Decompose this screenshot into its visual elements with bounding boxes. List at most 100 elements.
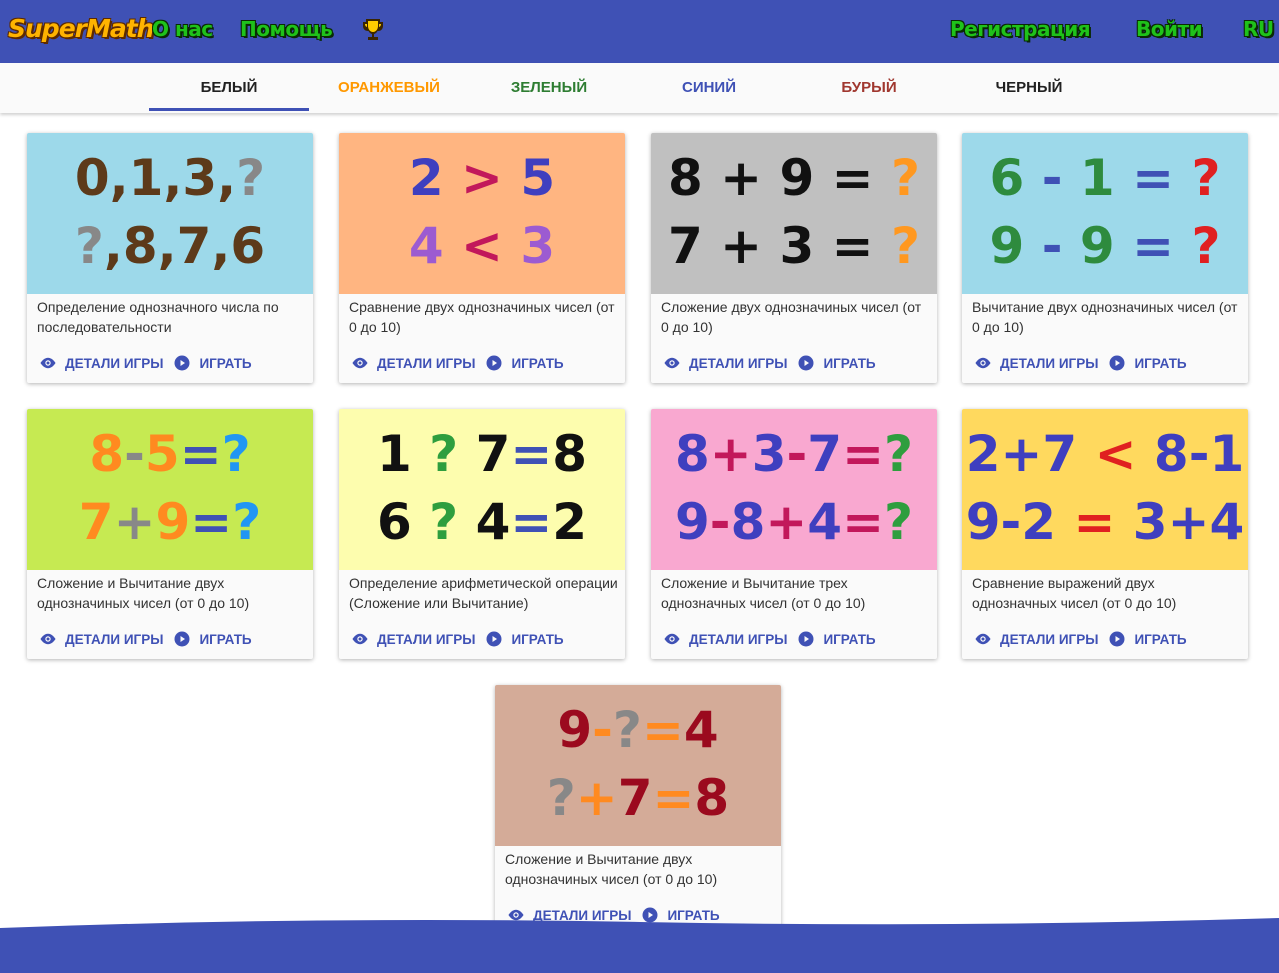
game-title: Сравнение выражений двух однозначных чис…: [972, 575, 1177, 611]
equation-glyph: ?: [1191, 149, 1220, 207]
game-title: Определение однозначного числа по послед…: [37, 299, 279, 335]
supermath-logo[interactable]: SuperMath: [8, 14, 154, 43]
details-label: ДЕТАЛИ ИГРЫ: [689, 631, 788, 647]
equation-glyph: 5: [520, 149, 555, 207]
game-thumbnail[interactable]: 9-?=4 ?+7=8: [495, 685, 781, 846]
play-button[interactable]: ИГРАТЬ: [485, 354, 564, 372]
tab-orange[interactable]: ОРАНЖЕВЫЙ: [309, 63, 469, 113]
equation-glyph: 7: [458, 425, 510, 483]
game-thumbnail[interactable]: 0,1,3,? ?,8,7,6: [27, 133, 313, 294]
play-label: ИГРАТЬ: [199, 355, 252, 371]
card-actions: ДЕТАЛИ ИГРЫ ИГРАТЬ: [39, 354, 252, 372]
game-thumbnail[interactable]: 8+3-7=? 9-8+4=?: [651, 409, 937, 570]
game-card: 9-?=4 ?+7=8 Сложение и Вычитание двух одно…: [495, 685, 781, 935]
login-link[interactable]: Войти: [1136, 17, 1203, 41]
equation-glyph: 6: [377, 493, 429, 551]
equation-glyph: -: [787, 425, 808, 483]
play-label: ИГРАТЬ: [1134, 355, 1187, 371]
nav-about-link[interactable]: О нас: [152, 17, 213, 41]
eye-icon: [40, 633, 56, 645]
game-details-button[interactable]: ДЕТАЛИ ИГРЫ: [974, 630, 1098, 648]
card-actions: ДЕТАЛИ ИГРЫ ИГРАТЬ: [663, 354, 876, 372]
equation-glyph: ?: [75, 217, 104, 275]
game-details-button[interactable]: ДЕТАЛИ ИГРЫ: [39, 630, 163, 648]
equation-glyph: 5: [145, 425, 180, 483]
equation-glyph: =: [510, 493, 552, 551]
equation-glyph: ?: [547, 769, 576, 827]
equation-glyph: ?: [884, 493, 913, 551]
game-thumbnail[interactable]: 6 - 1 = ? 9 - 9 = ?: [962, 133, 1248, 294]
tab-brown[interactable]: БУРЫЙ: [789, 63, 949, 113]
play-button[interactable]: ИГРАТЬ: [797, 354, 876, 372]
game-title: Сравнение двух однозначиных чисел (от 0 …: [349, 299, 615, 335]
tab-white[interactable]: БЕЛЫЙ: [149, 63, 309, 113]
play-button[interactable]: ИГРАТЬ: [797, 630, 876, 648]
equation-glyph: 8: [89, 425, 124, 483]
play-button[interactable]: ИГРАТЬ: [1108, 354, 1187, 372]
equation-glyph: 8 + 9 =: [668, 149, 891, 207]
play-circle-icon: [486, 355, 502, 371]
equation-glyph: =: [642, 701, 684, 759]
equation-glyph: <: [444, 217, 521, 275]
equation-row: 9-?=4: [557, 701, 718, 759]
equation-glyph: 9-2: [966, 493, 1074, 551]
equation-glyph: 4: [409, 217, 444, 275]
game-thumbnail[interactable]: 2+7 < 8-1 9-2 = 3+4: [962, 409, 1248, 570]
play-label: ИГРАТЬ: [511, 355, 564, 371]
equation-glyph: 9: [990, 217, 1025, 275]
play-button[interactable]: ИГРАТЬ: [173, 630, 252, 648]
game-card: 8 + 9 = ? 7 + 3 = ? Сложение двух однознач…: [651, 133, 937, 383]
tab-blue[interactable]: СИНИЙ: [629, 63, 789, 113]
active-tab-indicator: [149, 108, 309, 111]
equation-glyph: +: [576, 769, 618, 827]
eye-icon: [352, 633, 368, 645]
eye-icon: [975, 633, 991, 645]
register-link[interactable]: Регистрация: [950, 17, 1091, 41]
eye-icon: [664, 357, 680, 369]
play-button[interactable]: ИГРАТЬ: [485, 630, 564, 648]
eye-icon: [352, 357, 368, 369]
card-actions: ДЕТАЛИ ИГРЫ ИГРАТЬ: [974, 630, 1187, 648]
tab-black[interactable]: ЧЕРНЫЙ: [949, 63, 1109, 113]
equation-glyph: 1: [1080, 149, 1115, 207]
equation-glyph: ?: [429, 425, 458, 483]
details-label: ДЕТАЛИ ИГРЫ: [65, 355, 164, 371]
tab-green[interactable]: ЗЕЛЕНЫЙ: [469, 63, 629, 113]
game-thumbnail[interactable]: 2 > 5 4 < 3: [339, 133, 625, 294]
equation-row: ?,8,7,6: [75, 217, 265, 275]
equation-glyph: 2: [409, 149, 444, 207]
play-circle-icon: [798, 355, 814, 371]
game-details-button[interactable]: ДЕТАЛИ ИГРЫ: [663, 354, 787, 372]
game-details-button[interactable]: ДЕТАЛИ ИГРЫ: [974, 354, 1098, 372]
equation-glyph: =: [842, 493, 884, 551]
game-details-button[interactable]: ДЕТАЛИ ИГРЫ: [663, 630, 787, 648]
details-label: ДЕТАЛИ ИГРЫ: [1000, 631, 1099, 647]
details-label: ДЕТАЛИ ИГРЫ: [1000, 355, 1099, 371]
game-thumbnail[interactable]: 1 ? 7=8 6 ? 4=2: [339, 409, 625, 570]
game-details-button[interactable]: ДЕТАЛИ ИГРЫ: [39, 354, 163, 372]
equation-glyph: =: [510, 425, 552, 483]
trophy-icon[interactable]: [362, 18, 384, 42]
equation-row: 9 - 9 = ?: [990, 217, 1221, 275]
play-label: ИГРАТЬ: [823, 631, 876, 647]
equation-glyph: ?: [891, 149, 920, 207]
game-thumbnail[interactable]: 8 + 9 = ? 7 + 3 = ?: [651, 133, 937, 294]
game-details-button[interactable]: ДЕТАЛИ ИГРЫ: [351, 354, 475, 372]
equation-glyph: 7: [618, 769, 653, 827]
equation-glyph: 2+7: [966, 425, 1095, 483]
eye-icon: [664, 633, 680, 645]
equation-glyph: 7: [79, 493, 114, 551]
play-button[interactable]: ИГРАТЬ: [1108, 630, 1187, 648]
top-app-bar: SuperMath О нас Помощь Регистрация Войти…: [0, 0, 1279, 63]
equation-glyph: -: [710, 493, 731, 551]
equation-row: 2 > 5: [409, 149, 555, 207]
equation-row: 9-2 = 3+4: [966, 493, 1245, 551]
language-selector[interactable]: RU: [1243, 17, 1274, 41]
equation-glyph: =: [1115, 217, 1192, 275]
equation-glyph: ?: [429, 493, 458, 551]
game-thumbnail[interactable]: 8-5=? 7+9=?: [27, 409, 313, 570]
nav-help-link[interactable]: Помощь: [240, 17, 333, 41]
game-details-button[interactable]: ДЕТАЛИ ИГРЫ: [351, 630, 475, 648]
equation-glyph: 3: [752, 425, 787, 483]
play-button[interactable]: ИГРАТЬ: [173, 354, 252, 372]
